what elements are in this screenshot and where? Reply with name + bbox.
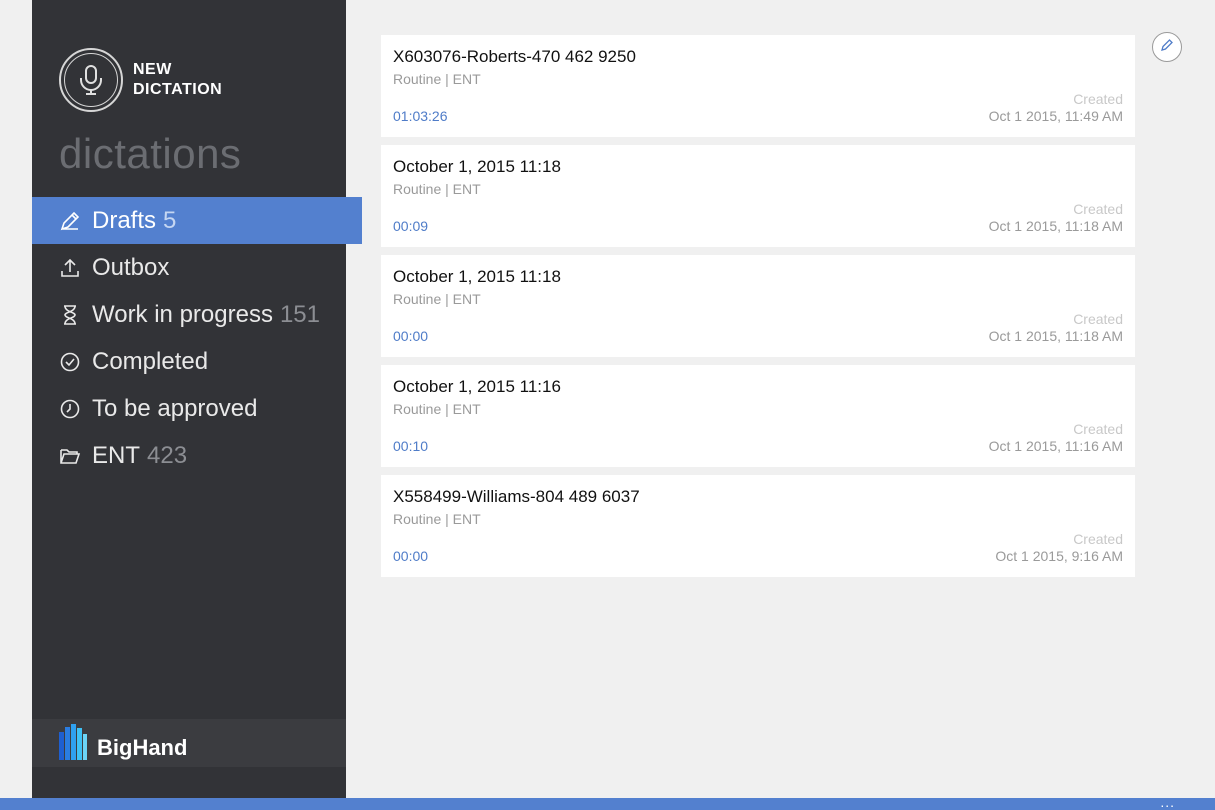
edit-icon [1160,38,1174,57]
new-dictation-button[interactable]: NEW DICTATION [59,46,243,114]
microphone-icon [59,48,123,112]
app-window: NEW DICTATION dictations Drafts 5 Outbox [0,0,1215,810]
hourglass-icon [59,304,81,326]
list-item[interactable]: October 1, 2015 11:18 Routine | ENT 00:0… [381,255,1135,357]
clock-icon [59,398,81,420]
sidebar-item-label: Work in progress [92,300,273,328]
sidebar-item-label: Completed [92,347,209,375]
sidebar-item-label: Outbox [92,253,170,281]
dictation-duration: 01:03:26 [393,108,448,124]
dictation-subtitle: Routine | ENT [393,401,481,417]
edit-button[interactable] [1152,32,1182,62]
folder-icon [59,445,81,467]
created-label: Created [1073,421,1123,437]
sidebar-item-outbox[interactable]: Outbox [32,244,362,291]
dictation-title: October 1, 2015 11:18 [393,157,561,176]
created-date: Oct 1 2015, 9:16 AM [995,548,1123,564]
dictation-duration: 00:10 [393,438,429,454]
created-date: Oct 1 2015, 11:18 AM [988,218,1123,234]
created-date: Oct 1 2015, 11:18 AM [988,328,1123,344]
created-label: Created [1073,201,1123,217]
sidebar-item-to-be-approved[interactable]: To be approved [32,385,362,432]
sidebar-item-label: To be approved [92,394,258,422]
created-label: Created [1073,311,1123,327]
list-item[interactable]: X558499-Williams-804 489 6037 Routine | … [381,475,1135,577]
new-dictation-label: NEW DICTATION [133,61,223,98]
sidebar-item-completed[interactable]: Completed [32,338,362,385]
created-date: Oct 1 2015, 11:49 AM [988,108,1123,124]
dictation-subtitle: Routine | ENT [393,511,481,527]
sidebar-item-label: ENT [92,441,140,469]
sidebar-item-count: 423 [147,441,188,469]
dictation-subtitle: Routine | ENT [393,291,481,307]
left-edge [0,0,32,798]
dictation-subtitle: Routine | ENT [393,71,481,87]
dictation-subtitle: Routine | ENT [393,181,481,197]
more-options-button[interactable]: ... [1160,795,1175,809]
sidebar-item-work-in-progress[interactable]: Work in progress 151 [32,291,362,338]
list-item[interactable]: October 1, 2015 11:16 Routine | ENT 00:1… [381,365,1135,467]
list-item[interactable]: X603076-Roberts-470 462 9250 Routine | E… [381,35,1135,137]
created-label: Created [1073,531,1123,547]
sidebar-nav: Drafts 5 Outbox Work in progress 151 Com… [32,197,362,479]
dictation-title: X558499-Williams-804 489 6037 [393,487,640,506]
created-date: Oct 1 2015, 11:16 AM [988,438,1123,454]
pencil-icon [59,210,81,232]
dictation-duration: 00:00 [393,548,429,564]
list-item[interactable]: October 1, 2015 11:18 Routine | ENT 00:0… [381,145,1135,247]
dictation-duration: 00:09 [393,218,429,234]
sidebar-item-label: Drafts [92,206,157,234]
dictation-title: October 1, 2015 11:16 [393,377,561,396]
section-title: dictations [59,130,242,177]
dictation-title: October 1, 2015 11:18 [393,267,561,286]
sidebar-item-count: 151 [279,300,320,328]
sidebar-item-count: 5 [163,206,177,234]
app-bar [0,798,1215,810]
sidebar: NEW DICTATION dictations Drafts 5 Outbox [32,0,362,798]
brand-bar: BigHand [32,719,346,767]
created-label: Created [1073,91,1123,107]
bighand-logo [59,724,87,760]
sidebar-item-drafts[interactable]: Drafts 5 [32,197,362,244]
upload-icon [59,257,81,279]
dictation-list: X603076-Roberts-470 462 9250 Routine | E… [381,35,1135,585]
dictation-title: X603076-Roberts-470 462 9250 [393,47,636,66]
sidebar-item-ent[interactable]: ENT 423 [32,432,362,479]
brand-name: BigHand [97,735,188,760]
dictation-duration: 00:00 [393,328,429,344]
check-circle-icon [59,351,81,373]
